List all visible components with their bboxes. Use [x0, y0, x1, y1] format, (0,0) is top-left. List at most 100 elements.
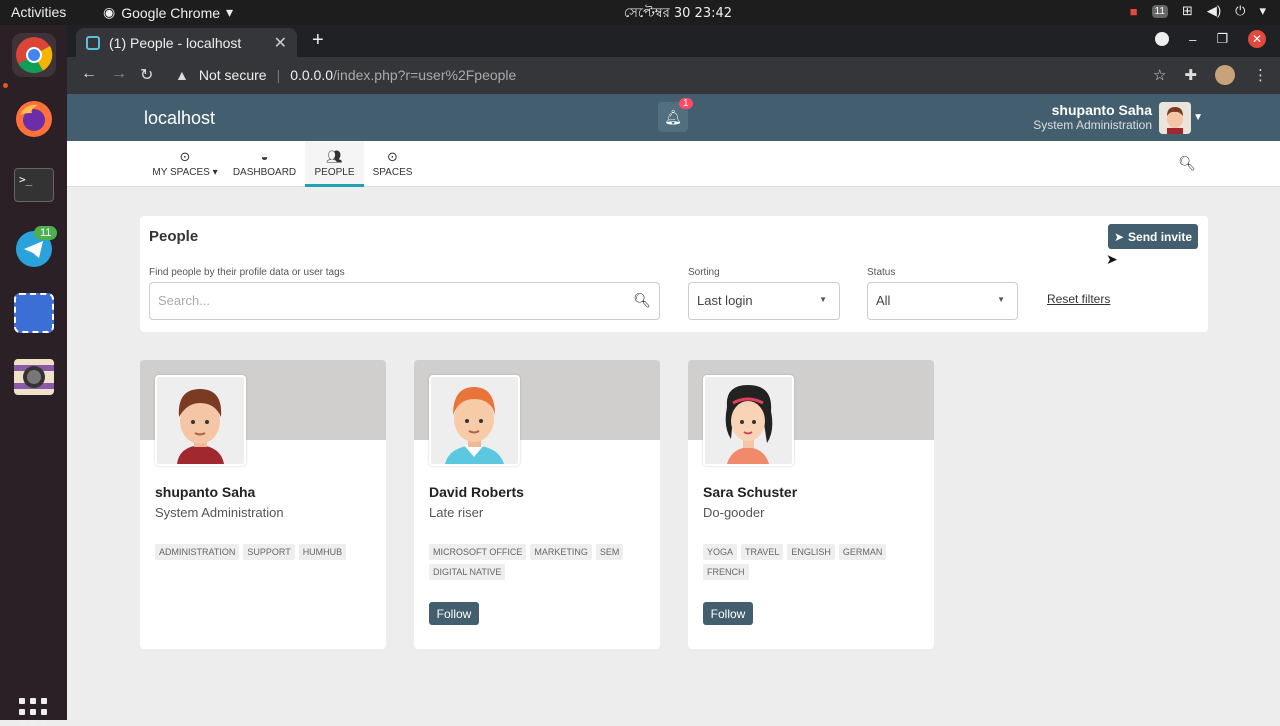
status-select[interactable]: All ▼	[867, 282, 1018, 320]
person-name[interactable]: shupanto Saha	[155, 484, 255, 500]
tag[interactable]: FRENCH	[703, 564, 749, 580]
nav-label: SPACES	[372, 167, 413, 178]
reset-filters-link[interactable]: Reset filters	[1047, 292, 1110, 306]
chevron-down-icon[interactable]: ▼	[1193, 112, 1203, 123]
follow-button[interactable]: Follow	[429, 602, 479, 625]
tab-search-icon[interactable]	[1155, 32, 1170, 46]
reload-button[interactable]: ↻	[140, 65, 153, 85]
follow-button[interactable]: Follow	[703, 602, 753, 625]
tag[interactable]: MICROSOFT OFFICE	[429, 544, 527, 560]
system-tray[interactable]: ■ 11 ⊞ ◀) ⏻ ▾	[1130, 3, 1266, 19]
close-window-button[interactable]: ✕	[1248, 30, 1266, 48]
volume-icon: ◀)	[1206, 3, 1222, 18]
firefox-launcher[interactable]	[12, 97, 56, 141]
search-icon[interactable]: 🔍︎	[1178, 155, 1196, 172]
people-card: David Roberts Late riser MICROSOFT OFFIC…	[414, 360, 660, 649]
firefox-icon	[16, 101, 52, 137]
nav-spaces[interactable]: ⊙ SPACES	[364, 141, 421, 187]
tag[interactable]: MARKETING	[530, 544, 592, 560]
nav-label: PEOPLE	[314, 167, 355, 178]
clock[interactable]: সেপ্টেম্বর 30 23:42	[624, 4, 732, 25]
person-name[interactable]: Sara Schuster	[703, 484, 797, 500]
menu-icon[interactable]: ⋮	[1253, 66, 1268, 84]
target-icon: ⊙	[387, 149, 398, 164]
screenshot-launcher[interactable]	[12, 291, 56, 335]
search-label: Find people by their profile data or use…	[149, 267, 345, 278]
profile-avatar[interactable]	[1215, 65, 1235, 85]
send-invite-button[interactable]: ➤ Send invite	[1108, 224, 1198, 249]
address-bar[interactable]: ▲ Not secure | 0.0.0.0/index.php?r=user%…	[175, 67, 516, 83]
url-host: 0.0.0.0	[290, 67, 334, 83]
tab-title: (1) People - localhost	[109, 34, 242, 51]
camera-launcher[interactable]	[12, 355, 56, 399]
maximize-button[interactable]: ❐	[1216, 31, 1228, 47]
mouse-cursor-icon: ➤	[1106, 251, 1118, 267]
extensions-icon[interactable]: ✚	[1184, 66, 1197, 84]
security-label: Not secure	[198, 67, 267, 83]
dock: >_ 11	[0, 25, 67, 726]
tag[interactable]: TRAVEL	[741, 544, 784, 560]
forward-button[interactable]: →	[111, 65, 127, 83]
tag[interactable]: ADMINISTRATION	[155, 544, 240, 560]
tag-list: YOGA TRAVEL ENGLISH GERMAN FRENCH	[703, 544, 923, 580]
main-nav: ⊙ MY SPACES ▾ ◒ DASHBOARD 👥︎ PEOPLE ⊙ SP…	[67, 141, 1280, 187]
tag[interactable]: DIGITAL NATIVE	[429, 564, 506, 580]
search-icon[interactable]: 🔍︎	[633, 292, 651, 309]
nav-people[interactable]: 👥︎ PEOPLE	[305, 141, 364, 187]
people-card: shupanto Saha System Administration ADMI…	[140, 360, 386, 649]
tag-list: ADMINISTRATION SUPPORT HUMHUB	[155, 544, 375, 560]
chrome-launcher[interactable]	[12, 33, 56, 77]
brand-link[interactable]: localhost	[144, 108, 215, 129]
search-input[interactable]: Search... 🔍︎	[149, 282, 660, 320]
network-icon: ⊞	[1181, 3, 1193, 18]
person-name[interactable]: David Roberts	[429, 484, 524, 500]
user-role: System Administration	[1033, 118, 1152, 132]
bookmark-star-icon[interactable]: ☆	[1153, 66, 1166, 84]
page-title: People	[149, 228, 199, 245]
minimize-button[interactable]: –	[1189, 32, 1196, 47]
show-apps-button[interactable]	[19, 698, 47, 726]
tag[interactable]: YOGA	[703, 544, 738, 560]
user-avatar[interactable]	[1159, 102, 1191, 134]
warning-icon: ▲	[175, 67, 189, 83]
tag[interactable]: HUMHUB	[298, 544, 347, 560]
activities-button[interactable]: Activities	[11, 4, 66, 20]
favicon-icon	[86, 35, 100, 50]
person-role: Do-gooder	[703, 505, 765, 520]
nav-label: DASHBOARD	[232, 167, 297, 178]
chevron-down-icon: ▾	[212, 167, 218, 178]
system-top-bar: Activities ◉ Google Chrome ▾ সেপ্টেম্বর …	[0, 0, 1280, 25]
sorting-select[interactable]: Last login ▼	[688, 282, 840, 320]
caret-down-icon: ▼	[819, 295, 827, 304]
nav-my-spaces[interactable]: ⊙ MY SPACES ▾	[147, 141, 223, 187]
app-menu[interactable]: ◉ Google Chrome ▾	[103, 4, 233, 21]
nav-dashboard[interactable]: ◒ DASHBOARD	[224, 141, 305, 187]
browser-tab-strip: (1) People - localhost ✕ + – ❐ ✕	[67, 25, 1280, 57]
tag[interactable]: SEM	[595, 544, 624, 560]
terminal-launcher[interactable]: >_	[12, 163, 56, 207]
window-controls: – ❐ ✕	[1155, 30, 1266, 48]
chevron-down-icon: ▾	[226, 4, 234, 20]
browser-tab[interactable]: (1) People - localhost ✕	[76, 28, 297, 57]
url-path: /index.php?r=user%2Fpeople	[333, 67, 517, 83]
back-button[interactable]: ←	[81, 65, 97, 83]
screenshot-icon	[14, 293, 54, 333]
people-card: Sara Schuster Do-gooder YOGA TRAVEL ENGL…	[688, 360, 934, 649]
user-menu[interactable]: shupanto Saha System Administration	[1033, 102, 1152, 132]
separator: |	[276, 67, 281, 83]
profile-image[interactable]	[429, 375, 520, 466]
new-tab-button[interactable]: +	[312, 29, 324, 52]
site-header: localhost 🔔︎ 1 shupanto Saha System Admi…	[67, 94, 1280, 141]
target-icon: ⊙	[179, 149, 191, 164]
profile-image[interactable]	[703, 375, 794, 466]
tag[interactable]: ENGLISH	[787, 544, 835, 560]
telegram-badge: 11	[34, 226, 58, 240]
tray-badge: 11	[1151, 4, 1168, 18]
cheese-icon	[14, 359, 54, 395]
status-value: All	[876, 293, 891, 308]
profile-image[interactable]	[155, 375, 246, 466]
close-tab-icon[interactable]: ✕	[274, 33, 287, 53]
tag[interactable]: SUPPORT	[243, 544, 295, 560]
active-indicator	[3, 83, 8, 88]
tag[interactable]: GERMAN	[838, 544, 887, 560]
